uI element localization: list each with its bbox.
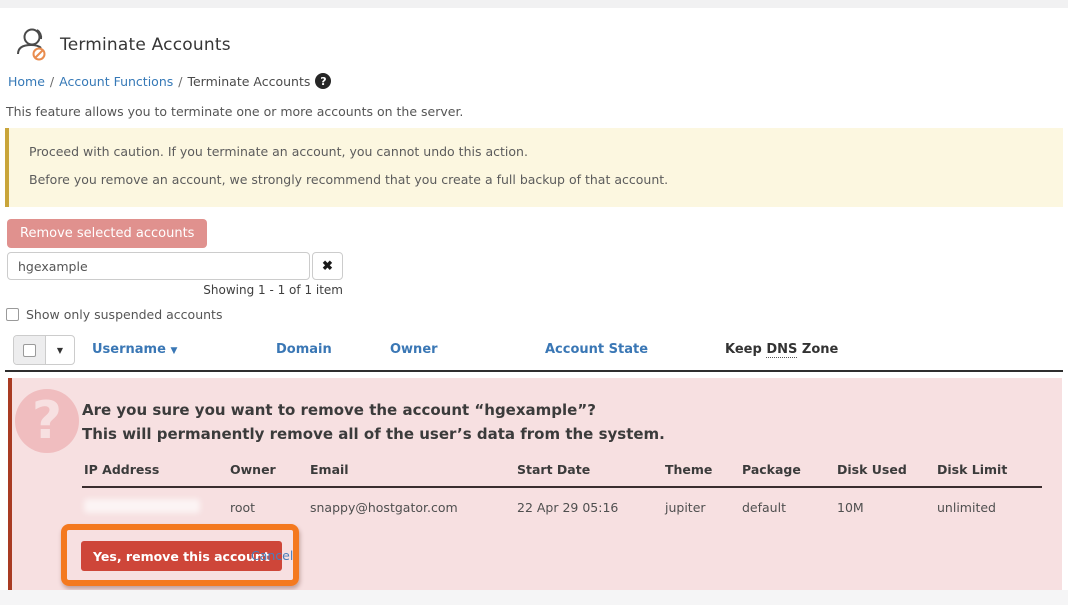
details-col-theme: Theme (663, 456, 740, 486)
remove-selected-accounts-button[interactable]: Remove selected accounts (7, 219, 207, 248)
page-description: This feature allows you to terminate one… (6, 104, 463, 119)
sort-desc-icon: ▼ (170, 346, 177, 356)
breadcrumb-home-link[interactable]: Home (8, 74, 45, 89)
column-header-account-state[interactable]: Account State (545, 342, 648, 357)
select-all-checkbox[interactable] (23, 344, 36, 357)
confirm-message: Are you sure you want to remove the acco… (82, 398, 665, 446)
details-col-owner: Owner (228, 456, 308, 486)
table-header-divider (5, 370, 1063, 372)
disk-limit-value: unlimited (935, 488, 1042, 521)
show-suspended-filter[interactable]: Show only suspended accounts (6, 307, 222, 322)
clear-icon: ✖ (322, 258, 333, 274)
select-all-cell[interactable] (14, 336, 46, 364)
confirm-termination-panel: ? Are you sure you want to remove the ac… (8, 378, 1062, 596)
email-value: snappy@hostgator.com (308, 488, 515, 521)
theme-value: jupiter (663, 488, 740, 521)
account-details-table: IP Address Owner Email Start Date Theme … (82, 456, 1042, 521)
details-col-package: Package (740, 456, 835, 486)
terminate-account-icon (12, 24, 50, 66)
warning-line-2: Before you remove an account, we strongl… (29, 172, 1043, 187)
confirm-message-line-1: Are you sure you want to remove the acco… (82, 398, 665, 422)
start-date-value: 22 Apr 29 05:16 (515, 488, 663, 521)
cancel-link[interactable]: Cancel (251, 548, 293, 563)
details-col-ip: IP Address (82, 456, 228, 486)
terminate-accounts-page: Terminate Accounts Home / Account Functi… (0, 0, 1068, 605)
breadcrumb-current: Terminate Accounts (187, 74, 310, 89)
owner-value: root (228, 488, 308, 521)
column-header-username[interactable]: Username ▼ (92, 342, 177, 357)
breadcrumb-account-functions-link[interactable]: Account Functions (59, 74, 173, 89)
breadcrumb-separator: / (50, 74, 54, 89)
details-col-disk-used: Disk Used (835, 456, 935, 486)
dns-abbr[interactable]: DNS (766, 342, 797, 358)
ip-address-value (82, 488, 228, 521)
package-value: default (740, 488, 835, 521)
disk-used-value: 10M (835, 488, 935, 521)
show-suspended-checkbox[interactable] (6, 308, 19, 321)
warning-line-1: Proceed with caution. If you terminate a… (29, 144, 1043, 159)
annotation-highlight-box: Yes, remove this account Cancel (61, 524, 299, 586)
chevron-down-icon: ▼ (57, 346, 63, 355)
select-menu-button[interactable]: ▼ (46, 336, 74, 364)
details-col-start-date: Start Date (515, 456, 663, 486)
content-area: Terminate Accounts Home / Account Functi… (0, 8, 1068, 590)
breadcrumb-separator: / (178, 74, 182, 89)
page-backdrop (0, 590, 1068, 605)
page-header: Terminate Accounts (12, 24, 231, 66)
help-icon[interactable]: ? (315, 73, 331, 89)
select-all-group: ▼ (13, 335, 75, 365)
warning-callout: Proceed with caution. If you terminate a… (5, 128, 1063, 207)
column-header-domain[interactable]: Domain (276, 342, 332, 357)
details-header-row: IP Address Owner Email Start Date Theme … (82, 456, 1042, 486)
results-count: Showing 1 - 1 of 1 item (7, 283, 343, 297)
breadcrumb: Home / Account Functions / Terminate Acc… (8, 73, 331, 89)
details-col-email: Email (308, 456, 515, 486)
show-suspended-label: Show only suspended accounts (26, 307, 222, 322)
page-title: Terminate Accounts (60, 35, 231, 55)
question-mark-icon: ? (15, 389, 79, 453)
search-input[interactable] (7, 252, 310, 280)
column-header-keep-dns-zone: Keep DNS Zone (725, 342, 838, 357)
column-header-owner[interactable]: Owner (390, 342, 438, 357)
details-col-disk-limit: Disk Limit (935, 456, 1042, 486)
redacted-ip-blur (84, 499, 200, 513)
clear-search-button[interactable]: ✖ (312, 252, 343, 280)
confirm-message-line-2: This will permanently remove all of the … (82, 422, 665, 446)
details-value-row: root snappy@hostgator.com 22 Apr 29 05:1… (82, 488, 1042, 521)
